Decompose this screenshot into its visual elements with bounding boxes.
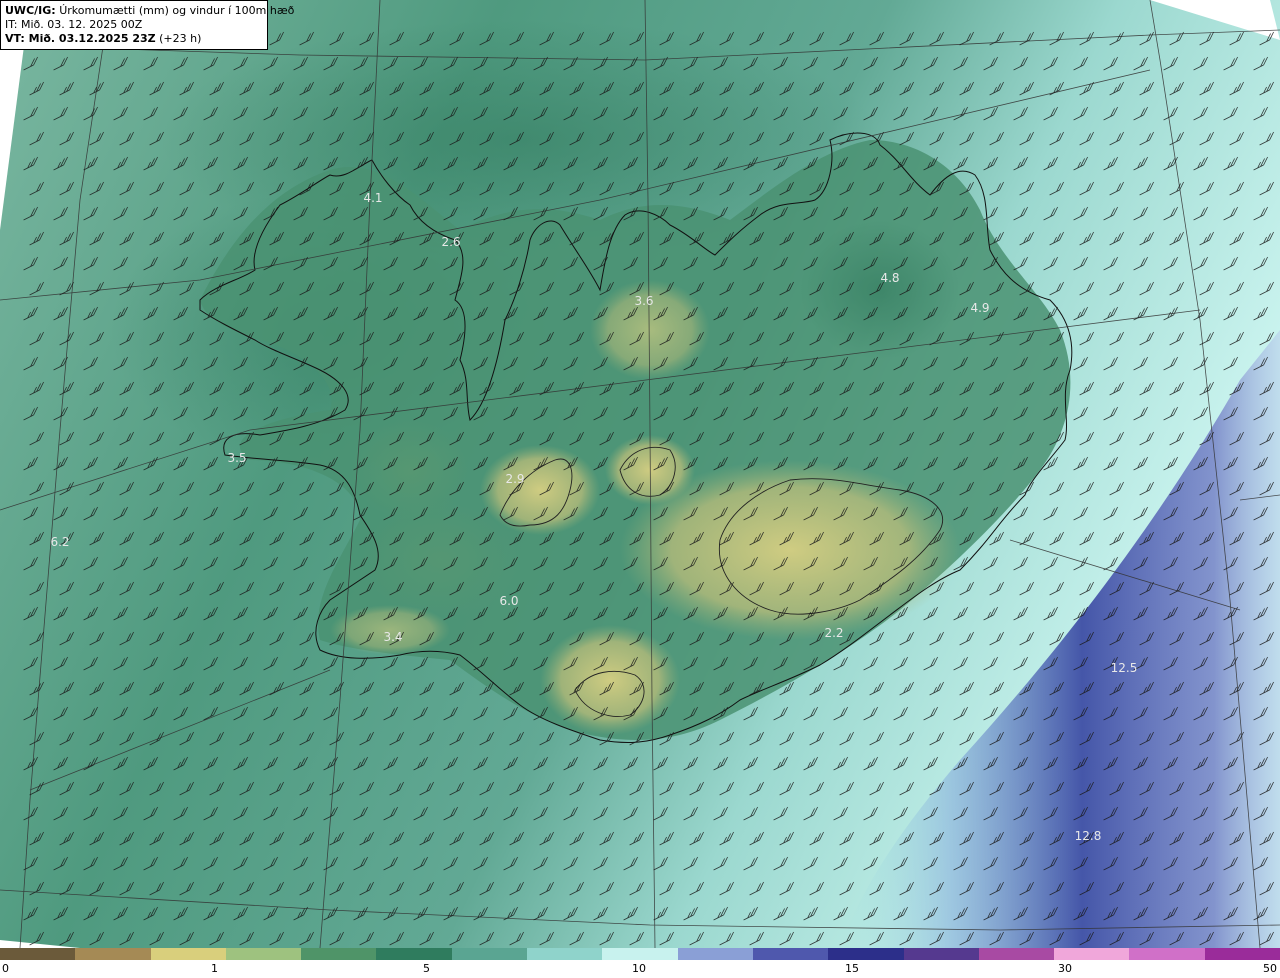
color-scale-step: [1054, 948, 1131, 960]
color-scale-step: [677, 948, 754, 960]
color-legend: 0 1 5 10 15 30 50: [0, 948, 1280, 978]
color-scale-step: [828, 948, 905, 960]
color-scale-step: [602, 948, 679, 960]
map-title-box: UWC/IG: Úrkomumætti (mm) og vindur í 100…: [0, 0, 294, 50]
precip-value-offshore-southeast: 12.5: [1111, 661, 1138, 675]
product-name: Úrkomumætti (mm) og vindur í 100m hæð: [59, 4, 295, 17]
tick-30: 30: [1058, 962, 1072, 975]
color-scale-bar: [0, 948, 1280, 960]
color-scale-step: [75, 948, 152, 960]
color-scale-step: [903, 948, 980, 960]
precip-value-south-interior: 6.0: [499, 594, 518, 608]
precip-value-snaefellsnes: 3.5: [227, 451, 246, 465]
color-scale-step: [1204, 948, 1280, 960]
valid-time: VT: Mið. 03.12.2025 23Z: [5, 32, 156, 45]
color-scale-step: [301, 948, 378, 960]
precip-value-langjokull: 2.9: [505, 472, 524, 486]
precip-value-northeast-2: 4.9: [970, 301, 989, 315]
tick-15: 15: [845, 962, 859, 975]
precip-value-north-central: 3.6: [634, 294, 653, 308]
color-scale-step: [150, 948, 227, 960]
precip-value-wfjords-north: 4.1: [363, 191, 382, 205]
precipitation-wind-map: 4.1 2.6 3.6 4.8 4.9 3.5 2.9 6.2 6.0 3.4 2.2 12.5 12.…: [0, 0, 1280, 948]
tick-10: 10: [632, 962, 646, 975]
precip-value-vatnajokull-south: 2.2: [824, 626, 843, 640]
precip-value-west-fjords-east: 2.6: [441, 235, 460, 249]
color-scale-step: [376, 948, 453, 960]
color-scale-step: [527, 948, 604, 960]
initial-time: IT: Mið. 03. 12. 2025 00Z: [5, 18, 143, 31]
color-scale-step: [225, 948, 303, 960]
tick-5: 5: [423, 962, 430, 975]
color-scale-step: [0, 948, 77, 960]
tick-0: 0: [2, 962, 9, 975]
tick-50: 50: [1263, 962, 1277, 975]
color-scale-step: [451, 948, 529, 960]
precip-value-northeast-1: 4.8: [880, 271, 899, 285]
precip-value-offshore-west: 6.2: [50, 535, 69, 549]
color-scale-step: [1129, 948, 1206, 960]
precip-value-offshore-south: 12.8: [1075, 829, 1102, 843]
color-scale-step: [978, 948, 1056, 960]
tick-1: 1: [211, 962, 218, 975]
color-scale-step: [752, 948, 830, 960]
model-name: UWC/IG:: [5, 4, 56, 17]
forecast-offset: (+23 h): [159, 32, 202, 45]
precip-value-reykjanes: 3.4: [383, 630, 402, 644]
